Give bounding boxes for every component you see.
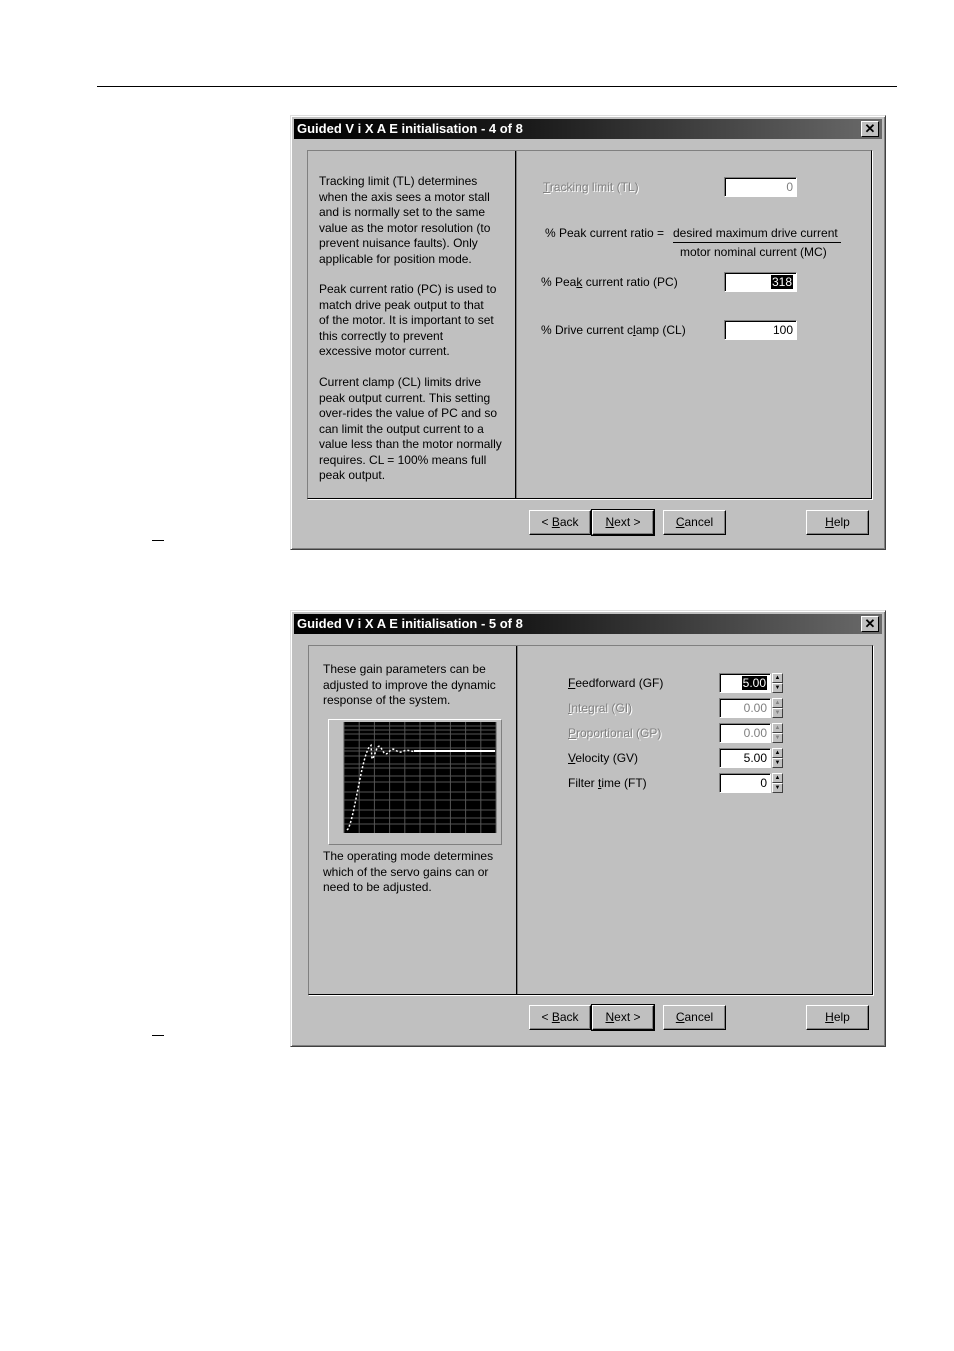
margin-mark [152, 1035, 164, 1036]
filter-time-spinner[interactable]: ▲ ▼ [772, 773, 783, 793]
formula-fraction-line [673, 242, 841, 243]
dialog-title: Guided V i X A E initialisation - 4 of 8 [297, 121, 523, 136]
description-current-clamp: Current clamp (CL) limits drive peak out… [319, 375, 502, 482]
title-bar: Guided V i X A E initialisation - 4 of 8… [294, 119, 882, 139]
wizard-dialog-step-4: Guided V i X A E initialisation - 4 of 8… [290, 115, 886, 550]
velocity-input[interactable]: 5.00 [719, 748, 771, 768]
feedforward-spinner[interactable]: ▲ ▼ [772, 673, 783, 693]
help-button[interactable]: Help [806, 1005, 869, 1030]
description-operating-mode: The operating mode determines which of t… [323, 849, 494, 894]
panel-divider [515, 151, 516, 498]
margin-mark [152, 540, 164, 541]
content-panel: Tracking limit (TL) determines when the … [307, 150, 872, 499]
title-bar: Guided V i X A E initialisation - 5 of 8… [294, 614, 882, 634]
panel-divider [516, 646, 517, 994]
integral-spinner[interactable]: ▲ ▼ [772, 698, 783, 718]
proportional-label: Proportional (GP) [568, 726, 662, 740]
next-button[interactable]: Next > [591, 1004, 655, 1031]
formula-denominator: motor nominal current (MC) [680, 245, 827, 259]
integral-input[interactable]: 0.00 [719, 698, 771, 718]
step-response-chart [343, 722, 497, 833]
close-icon: ✕ [864, 616, 876, 631]
drive-current-clamp-label: % Drive current clamp (CL) [541, 323, 686, 337]
close-button[interactable]: ✕ [861, 121, 879, 137]
cancel-button[interactable]: Cancel [663, 510, 726, 535]
feedforward-input[interactable]: 5.00 [719, 673, 771, 693]
tracking-limit-input[interactable]: 0 [724, 177, 797, 197]
spin-up-arrow-icon[interactable]: ▲ [772, 698, 783, 708]
content-panel: These gain parameters can be adjusted to… [308, 645, 873, 995]
formula-numerator: desired maximum drive current [673, 226, 838, 240]
peak-current-ratio-input[interactable]: 318 [724, 272, 797, 292]
help-button[interactable]: Help [806, 510, 869, 535]
close-icon: ✕ [864, 121, 876, 136]
spin-up-arrow-icon[interactable]: ▲ [772, 748, 783, 758]
description-tracking-limit: Tracking limit (TL) determines when the … [319, 174, 491, 266]
spin-up-arrow-icon[interactable]: ▲ [772, 773, 783, 783]
drive-current-clamp-input[interactable]: 100 [724, 320, 797, 340]
close-button[interactable]: ✕ [861, 616, 879, 632]
next-button[interactable]: Next > [591, 509, 655, 536]
peak-current-ratio-label: % Peak current ratio (PC) [541, 275, 678, 289]
filter-time-input[interactable]: 0 [719, 773, 771, 793]
proportional-input[interactable]: 0.00 [719, 723, 771, 743]
tracking-limit-label: Tracking limit (TL) [543, 180, 639, 194]
proportional-spinner[interactable]: ▲ ▼ [772, 723, 783, 743]
back-button[interactable]: < Back [529, 1005, 591, 1030]
wizard-dialog-step-5: Guided V i X A E initialisation - 5 of 8… [290, 610, 886, 1047]
integral-label: Integral (GI) [568, 701, 633, 715]
velocity-spinner[interactable]: ▲ ▼ [772, 748, 783, 768]
filter-time-label: Filter time (FT) [568, 776, 647, 790]
back-button[interactable]: < Back [529, 510, 591, 535]
description-gain-parameters: These gain parameters can be adjusted to… [323, 662, 496, 707]
page-header-rule [97, 86, 897, 87]
spin-down-arrow-icon[interactable]: ▼ [772, 708, 783, 718]
spin-down-arrow-icon[interactable]: ▼ [772, 758, 783, 768]
cancel-button[interactable]: Cancel [663, 1005, 726, 1030]
spin-down-arrow-icon[interactable]: ▼ [772, 683, 783, 693]
spin-down-arrow-icon[interactable]: ▼ [772, 783, 783, 793]
description-peak-current: Peak current ratio (PC) is used to match… [319, 282, 497, 358]
velocity-label: Velocity (GV) [568, 751, 639, 765]
spin-down-arrow-icon[interactable]: ▼ [772, 733, 783, 743]
feedforward-label: Feedforward (GF) [568, 676, 664, 690]
spin-up-arrow-icon[interactable]: ▲ [772, 673, 783, 683]
formula-lhs: % Peak current ratio = [545, 226, 665, 240]
dialog-title: Guided V i X A E initialisation - 5 of 8 [297, 616, 523, 631]
step-response-graph [328, 719, 502, 845]
spin-up-arrow-icon[interactable]: ▲ [772, 723, 783, 733]
